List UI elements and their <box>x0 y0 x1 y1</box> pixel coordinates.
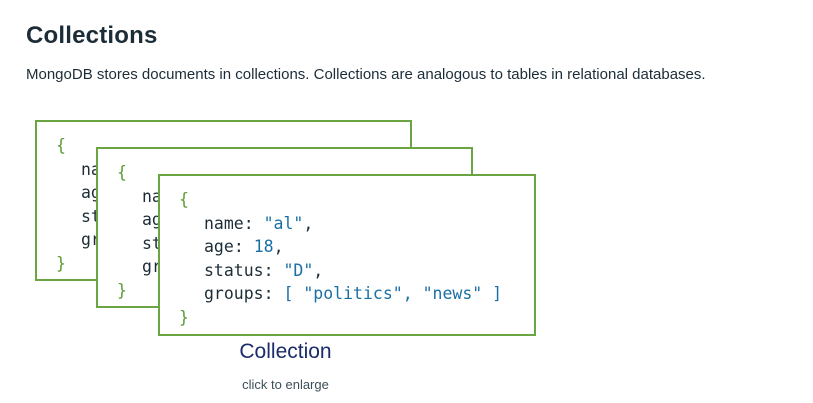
groups-open-bracket: [ <box>283 284 294 303</box>
document-card-front: { name: "al", age: 18, status: "D", grou… <box>158 174 536 336</box>
document-code-middle: { na ag st gr } <box>117 161 162 302</box>
close-brace: } <box>117 280 127 300</box>
open-brace: { <box>56 136 66 155</box>
document-code-back: { na ag st gr } <box>56 134 101 275</box>
groups-item: "politics" <box>303 284 403 303</box>
figure-caption: Collection <box>239 340 332 363</box>
field-key-status: status <box>204 260 264 280</box>
groups-item: "news" <box>422 284 483 303</box>
field-value-name: "al" <box>263 213 304 233</box>
field-key-name: name <box>204 213 244 233</box>
field-value-status: "D" <box>283 260 314 280</box>
field-key-age: age <box>204 237 234 256</box>
click-to-enlarge-hint[interactable]: click to enlarge <box>158 377 413 392</box>
collection-figure[interactable]: { na ag st gr } { na ag st gr } { name: … <box>0 0 813 403</box>
groups-close-bracket: ] <box>492 284 503 303</box>
field-value-age: 18 <box>253 237 274 256</box>
document-code-front: { name: "al", age: 18, status: "D", grou… <box>179 190 503 327</box>
close-brace: } <box>56 253 66 273</box>
field-key-groups: groups <box>204 284 264 303</box>
close-brace: } <box>179 307 189 327</box>
open-brace: { <box>179 190 189 209</box>
open-brace: { <box>117 163 127 182</box>
